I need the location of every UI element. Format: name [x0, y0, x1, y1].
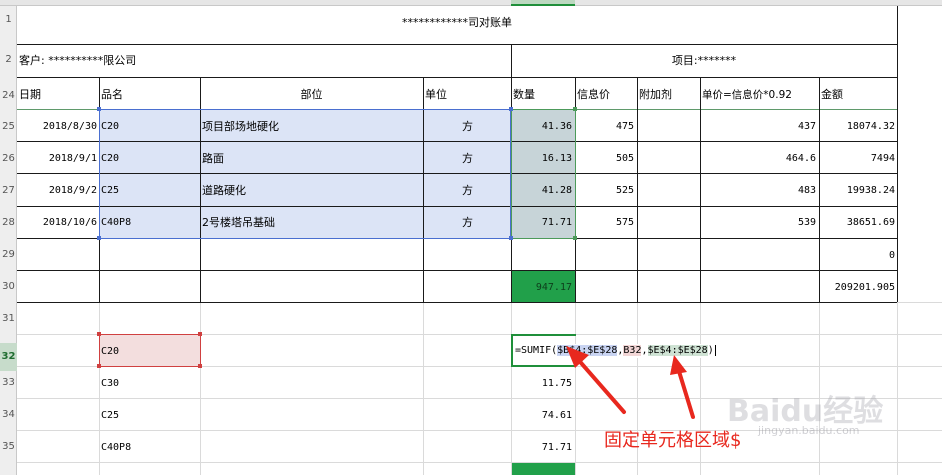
cell-date[interactable]: 2018/9/2	[17, 184, 97, 198]
selection-handle[interactable]	[509, 107, 513, 111]
project-cell[interactable]: 项目:*******	[511, 54, 897, 68]
summary-value[interactable]: 74.61	[511, 409, 572, 423]
selection-handle[interactable]	[573, 236, 577, 240]
selection-handle[interactable]	[97, 332, 101, 336]
active-column-header[interactable]	[511, 0, 575, 6]
green-cell-fill[interactable]	[511, 462, 575, 475]
selection-handle[interactable]	[97, 364, 101, 368]
header-unit-price[interactable]: 单价=信息价*0.92	[702, 88, 792, 102]
row-number[interactable]: 2	[0, 54, 17, 65]
row-number[interactable]: 33	[0, 377, 17, 388]
cell-amount-empty-row[interactable]: 0	[819, 249, 895, 263]
total-amount-cell[interactable]: 209201.905	[819, 281, 895, 295]
formula-sep: ,	[641, 345, 648, 356]
row-number[interactable]: 30	[0, 281, 17, 292]
arrow-right-head	[670, 355, 687, 375]
formula-suffix: )	[707, 345, 714, 356]
row-number[interactable]: 34	[0, 409, 17, 420]
cell-price[interactable]: 505	[575, 152, 634, 166]
annotation-label: 固定单元格区域$	[604, 430, 742, 451]
formula-criteria-ref[interactable]: B32	[623, 345, 642, 356]
selection-border-blue[interactable]	[99, 109, 511, 239]
cell-date[interactable]: 2018/10/6	[17, 216, 97, 230]
row-number[interactable]: 28	[0, 217, 17, 228]
header-date[interactable]: 日期	[19, 88, 41, 102]
row-number[interactable]: 31	[0, 313, 17, 324]
summary-value[interactable]: 11.75	[511, 377, 572, 391]
column-header-bar[interactable]	[0, 0, 942, 6]
row-number[interactable]: 26	[0, 153, 17, 164]
cell-unit-price[interactable]: 437	[700, 120, 816, 134]
selection-handle[interactable]	[573, 107, 577, 111]
header-price[interactable]: 信息价	[577, 88, 610, 102]
customer-cell[interactable]: 客户: **********限公司	[19, 54, 136, 68]
header-additive[interactable]: 附加剂	[639, 88, 672, 102]
selection-handle[interactable]	[509, 236, 513, 240]
summary-product[interactable]: C40P8	[101, 441, 131, 455]
cell-date[interactable]: 2018/9/1	[17, 152, 97, 166]
selection-border-red[interactable]	[99, 334, 201, 367]
sheet-title[interactable]: ************司对账单	[17, 16, 897, 30]
row-number[interactable]: 24	[0, 90, 17, 101]
cell-date[interactable]: 2018/8/30	[17, 120, 97, 134]
row-number[interactable]: 27	[0, 185, 17, 196]
selection-handle[interactable]	[97, 107, 101, 111]
selection-handle[interactable]	[198, 364, 202, 368]
cell-price[interactable]: 525	[575, 184, 634, 198]
row-number[interactable]: 35	[0, 441, 17, 452]
header-qty[interactable]: 数量	[513, 88, 535, 102]
cell-price[interactable]: 575	[575, 216, 634, 230]
header-amount[interactable]: 金额	[821, 88, 843, 102]
cell-price[interactable]: 475	[575, 120, 634, 134]
row-header-bar[interactable]: 1 2 24 25 26 27 28 29 30 31 32 33 34 35	[0, 6, 17, 475]
header-location[interactable]: 部位	[200, 88, 423, 102]
row-number[interactable]: 1	[0, 14, 17, 25]
header-product[interactable]: 品名	[101, 88, 123, 102]
summary-product[interactable]: C30	[101, 377, 119, 391]
row-number[interactable]: 29	[0, 249, 17, 260]
cell-unit-price[interactable]: 483	[700, 184, 816, 198]
cell-unit-price[interactable]: 464.6	[700, 152, 816, 166]
arrow-left	[573, 354, 626, 414]
selection-handle[interactable]	[198, 332, 202, 336]
selection-handle[interactable]	[97, 236, 101, 240]
row-number-selected[interactable]: 32	[0, 343, 17, 371]
total-qty-cell[interactable]: 947.17	[511, 281, 572, 295]
watermark-url: jingyan.baidu.com	[758, 424, 860, 437]
header-unit[interactable]: 单位	[425, 88, 447, 102]
cell-amount[interactable]: 19938.24	[819, 184, 895, 198]
arrow-right	[676, 366, 695, 419]
formula-sum-range-ref[interactable]: $E$4:$E$28	[647, 345, 708, 356]
active-cell-border[interactable]	[511, 334, 576, 367]
cell-unit-price[interactable]: 539	[700, 216, 816, 230]
summary-value[interactable]: 71.71	[511, 441, 572, 455]
cell-amount[interactable]: 38651.69	[819, 216, 895, 230]
cell-amount[interactable]: 7494	[819, 152, 895, 166]
summary-product[interactable]: C25	[101, 409, 119, 423]
cell-amount[interactable]: 18074.32	[819, 120, 895, 134]
row-number[interactable]: 25	[0, 121, 17, 132]
selection-border-green[interactable]	[511, 109, 576, 239]
